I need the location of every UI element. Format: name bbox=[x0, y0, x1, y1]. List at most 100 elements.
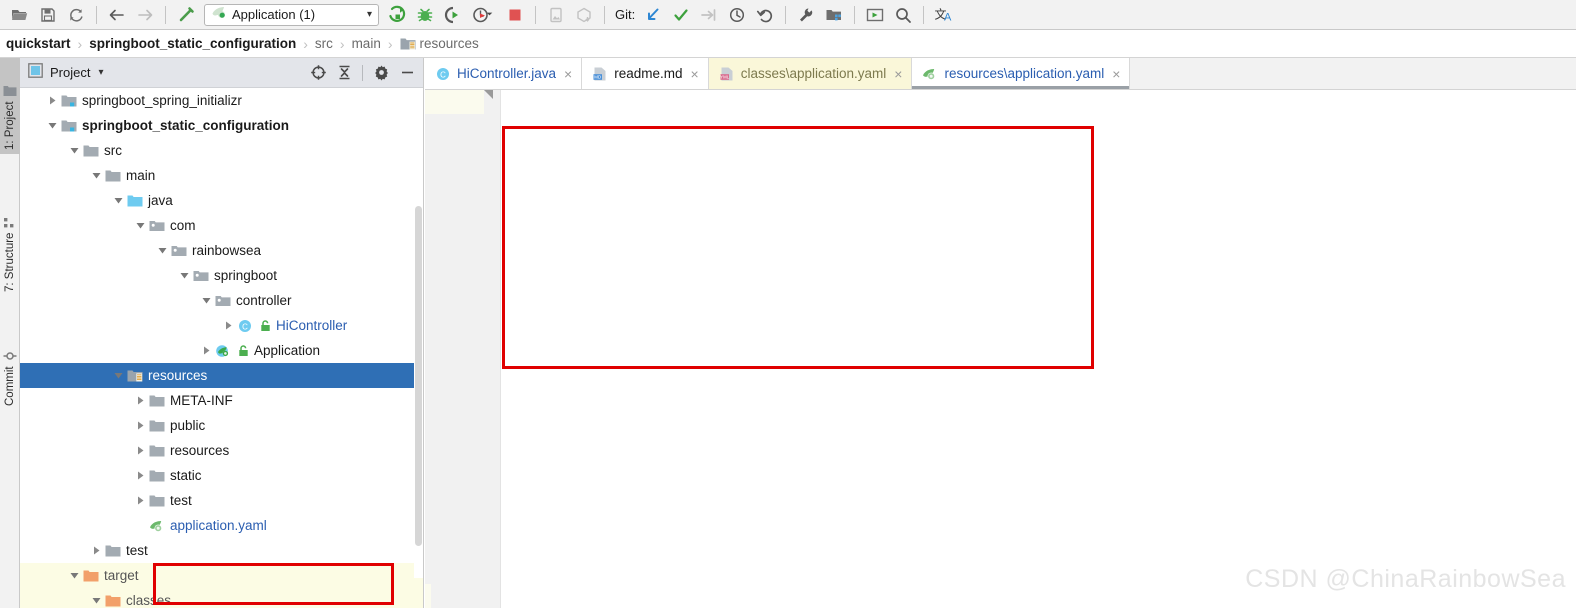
chevron-down-icon[interactable] bbox=[176, 268, 192, 284]
run-anything-icon[interactable] bbox=[861, 2, 889, 28]
git-rollback-icon[interactable] bbox=[751, 2, 779, 28]
debug-icon[interactable] bbox=[411, 2, 439, 28]
watermark: CSDN @ChinaRainbowSea bbox=[1245, 565, 1566, 594]
scrollbar-thumb[interactable] bbox=[415, 206, 422, 546]
open-folder-icon[interactable] bbox=[6, 2, 34, 28]
tree-node-test[interactable]: test bbox=[20, 488, 423, 513]
tree-node-springboot-spring-initializr[interactable]: springboot_spring_initializr bbox=[20, 88, 423, 113]
tree-node-java[interactable]: java bbox=[20, 188, 423, 213]
package-icon bbox=[170, 243, 188, 259]
tree-node-classes[interactable]: classes bbox=[20, 588, 423, 608]
tree-node-public[interactable]: public bbox=[20, 413, 423, 438]
chevron-down-icon[interactable] bbox=[66, 568, 82, 584]
editor-area[interactable]: CSDN @ChinaRainbowSea bbox=[425, 90, 1576, 608]
project-tree-scrollbar[interactable] bbox=[414, 96, 423, 578]
chevron-right-icon[interactable] bbox=[220, 318, 236, 334]
chevron-right-icon[interactable] bbox=[132, 418, 148, 434]
git-commit-icon[interactable] bbox=[667, 2, 695, 28]
run-icon[interactable] bbox=[383, 2, 411, 28]
tool-tab-label: 1: Project bbox=[4, 101, 16, 150]
chevron-right-icon[interactable] bbox=[132, 493, 148, 509]
breadcrumb-item-module[interactable]: springboot_static_configuration bbox=[89, 36, 296, 51]
tree-node-target[interactable]: target bbox=[20, 563, 423, 588]
tree-node-springboot-static-configuration[interactable]: springboot_static_configuration bbox=[20, 113, 423, 138]
tree-node-static[interactable]: static bbox=[20, 463, 423, 488]
tree-node-resources[interactable]: resources bbox=[20, 438, 423, 463]
editor-tab-hicontroller-java[interactable]: CHiController.java× bbox=[425, 58, 582, 89]
run-configuration-selector[interactable]: Application (1) ▾ bbox=[204, 4, 379, 26]
close-icon[interactable]: × bbox=[691, 66, 699, 82]
back-nav-icon[interactable] bbox=[103, 2, 131, 28]
profiler-icon[interactable] bbox=[467, 2, 501, 28]
editor-tab-classes-application-yaml[interactable]: YMLclasses\application.yaml× bbox=[709, 58, 913, 89]
editor-tab-resources-application-yaml[interactable]: resources\application.yaml× bbox=[912, 58, 1130, 89]
chevron-down-icon[interactable]: ▾ bbox=[367, 9, 372, 20]
settings-wrench-icon[interactable] bbox=[792, 2, 820, 28]
stop-icon[interactable] bbox=[501, 2, 529, 28]
tree-node-hicontroller[interactable]: CHiController bbox=[20, 313, 423, 338]
chevron-right-icon[interactable] bbox=[198, 343, 214, 359]
chevron-down-icon[interactable] bbox=[44, 118, 60, 134]
hide-panel-icon[interactable] bbox=[395, 61, 419, 85]
tree-node-controller[interactable]: controller bbox=[20, 288, 423, 313]
chevron-right-icon[interactable] bbox=[88, 543, 104, 559]
markdown-file-icon: MD bbox=[592, 67, 608, 81]
sync-refresh-icon[interactable] bbox=[62, 2, 90, 28]
folder-icon bbox=[148, 418, 166, 434]
search-everywhere-icon[interactable] bbox=[889, 2, 917, 28]
package-icon bbox=[192, 268, 210, 284]
translate-icon[interactable]: 文A bbox=[930, 2, 958, 28]
sidebar-item-structure[interactable]: 7: Structure bbox=[0, 178, 20, 296]
chevron-down-icon[interactable] bbox=[154, 243, 170, 259]
settings-gear-icon[interactable] bbox=[369, 61, 393, 85]
editor-tab-label: classes\application.yaml bbox=[741, 66, 887, 81]
excluded-folder-icon bbox=[82, 568, 100, 584]
project-structure-icon[interactable] bbox=[820, 2, 848, 28]
chevron-down-icon[interactable] bbox=[88, 593, 104, 608]
chevron-right-icon[interactable] bbox=[132, 393, 148, 409]
breadcrumb-item-main[interactable]: main bbox=[352, 36, 381, 51]
chevron-right-icon[interactable] bbox=[132, 468, 148, 484]
tree-node-com[interactable]: com bbox=[20, 213, 423, 238]
chevron-down-icon[interactable] bbox=[88, 168, 104, 184]
save-all-icon[interactable] bbox=[34, 2, 62, 28]
chevron-down-icon[interactable] bbox=[132, 218, 148, 234]
build-hammer-icon[interactable] bbox=[172, 2, 200, 28]
tree-node-resources[interactable]: resources bbox=[20, 363, 423, 388]
chevron-right-icon[interactable] bbox=[44, 93, 60, 109]
tree-node-springboot[interactable]: springboot bbox=[20, 263, 423, 288]
breadcrumb-item-quickstart[interactable]: quickstart bbox=[6, 36, 71, 51]
close-icon[interactable]: × bbox=[1112, 66, 1120, 82]
close-icon[interactable]: × bbox=[894, 66, 902, 82]
locate-target-icon[interactable] bbox=[306, 61, 330, 85]
git-history-icon[interactable] bbox=[723, 2, 751, 28]
tree-node-meta-inf[interactable]: META-INF bbox=[20, 388, 423, 413]
collapse-all-icon[interactable] bbox=[332, 61, 356, 85]
chevron-down-icon[interactable] bbox=[110, 193, 126, 209]
tree-node-test[interactable]: test bbox=[20, 538, 423, 563]
spring-boot-run-config-icon bbox=[210, 4, 227, 25]
tree-node-label: rainbowsea bbox=[192, 244, 261, 258]
sidebar-item-commit[interactable]: Commit bbox=[0, 320, 20, 410]
breadcrumb-item-src[interactable]: src bbox=[315, 36, 333, 51]
project-tree[interactable]: springboot_spring_initializrspringboot_s… bbox=[20, 88, 423, 608]
fold-marker-icon[interactable] bbox=[484, 90, 493, 99]
tree-node-main[interactable]: main bbox=[20, 163, 423, 188]
breadcrumb-separator: › bbox=[78, 36, 83, 52]
sidebar-item-project[interactable]: 1: Project bbox=[0, 58, 20, 154]
tree-node-application-yaml[interactable]: application.yaml bbox=[20, 513, 423, 538]
chevron-down-icon[interactable] bbox=[110, 368, 126, 384]
tree-node-src[interactable]: src bbox=[20, 138, 423, 163]
run-with-coverage-icon[interactable] bbox=[439, 2, 467, 28]
git-update-project-icon[interactable] bbox=[639, 2, 667, 28]
chevron-down-icon[interactable] bbox=[198, 293, 214, 309]
chevron-right-icon[interactable] bbox=[132, 443, 148, 459]
editor-tab-readme-md[interactable]: MDreadme.md× bbox=[582, 58, 708, 89]
chevron-down-icon[interactable]: ▾ bbox=[98, 67, 103, 78]
tree-node-rainbowsea[interactable]: rainbowsea bbox=[20, 238, 423, 263]
tree-node-application[interactable]: Application bbox=[20, 338, 423, 363]
close-icon[interactable]: × bbox=[564, 66, 572, 82]
breadcrumb-item-resources[interactable]: resources bbox=[420, 36, 479, 51]
chevron-down-icon[interactable] bbox=[66, 143, 82, 159]
java-class-icon: C bbox=[435, 67, 451, 81]
